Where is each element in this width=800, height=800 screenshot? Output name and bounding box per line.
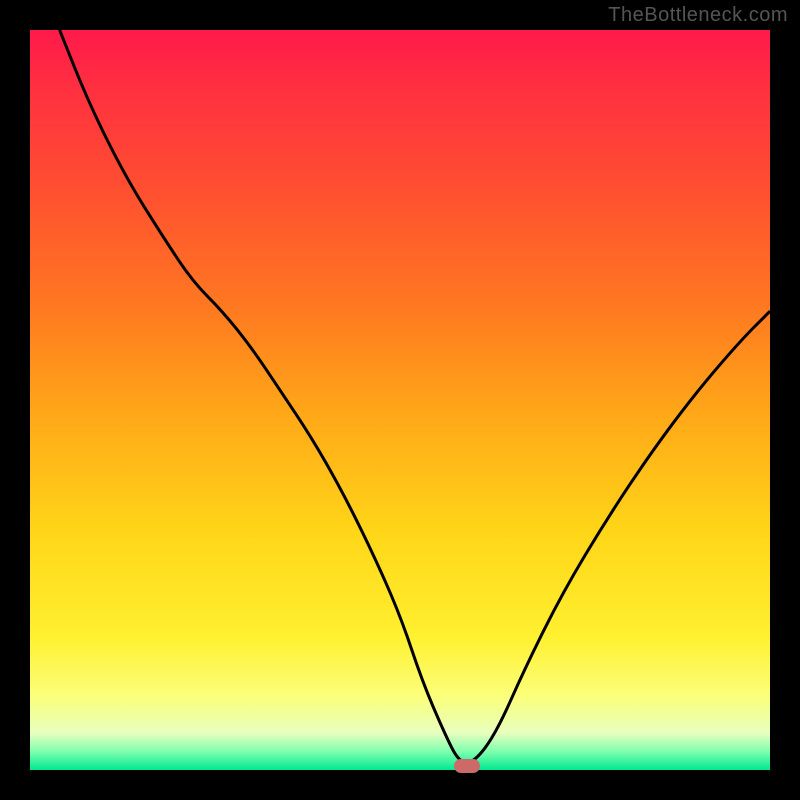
bottleneck-curve-path <box>60 30 770 763</box>
chart-frame: TheBottleneck.com <box>0 0 800 800</box>
curve-svg <box>30 30 770 770</box>
optimal-point-marker <box>454 759 480 773</box>
plot-area <box>30 30 770 770</box>
watermark-text: TheBottleneck.com <box>608 4 788 27</box>
